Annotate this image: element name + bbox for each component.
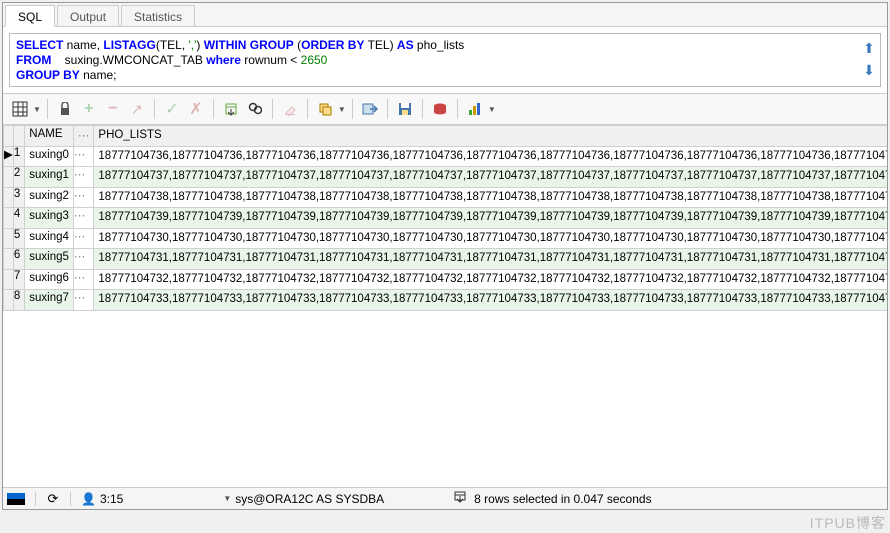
table-row[interactable]: 6suxing5⋯18777104731,18777104731,1877710… [4, 249, 888, 270]
results-toolbar: ▼ + − ↗ ✓ ✗ ▼ ▼ [3, 93, 887, 125]
rollback-icon[interactable]: ✗ [185, 98, 207, 120]
cell-pho-lists[interactable]: 18777104731,18777104731,18777104731,1877… [94, 249, 887, 270]
cell-name[interactable]: suxing1 [25, 167, 74, 188]
row-marker[interactable] [4, 167, 14, 188]
row-marker[interactable] [4, 290, 14, 311]
status-bar: ⟳ 👤 3:15 ▼ sys@ORA12C AS SYSDBA 8 rows s… [3, 487, 887, 509]
row-marker[interactable] [4, 228, 14, 249]
scroll-up-icon[interactable]: ⬆ [862, 42, 876, 56]
row-number: 2 [13, 167, 24, 188]
cell-ellipsis[interactable]: ⋯ [73, 269, 94, 290]
scroll-down-icon[interactable]: ⬇ [862, 64, 876, 78]
col-rownum-header[interactable] [13, 126, 24, 147]
dropdown-icon[interactable]: ▼ [223, 494, 231, 503]
cell-name[interactable]: suxing6 [25, 269, 74, 290]
sql-editor[interactable]: SELECT name, LISTAGG(TEL, ',') WITHIN GR… [9, 33, 881, 87]
copy-icon[interactable] [314, 98, 336, 120]
fetch-result-icon [454, 491, 468, 506]
tab-sql[interactable]: SQL [5, 5, 55, 27]
col-ell1-header[interactable]: ⋯ [73, 126, 94, 147]
fn-listagg: LISTAGG [103, 38, 155, 52]
kw-from: FROM [16, 53, 51, 67]
row-number: 7 [13, 269, 24, 290]
find-icon[interactable] [244, 98, 266, 120]
clear-icon[interactable] [279, 98, 301, 120]
refresh-icon[interactable]: ⟳ [42, 488, 64, 510]
undo-delete-icon[interactable]: ↗ [126, 98, 148, 120]
connection-label: sys@ORA12C AS SYSDBA [235, 492, 384, 506]
tab-output[interactable]: Output [57, 5, 119, 26]
row-marker[interactable] [4, 269, 14, 290]
cell-name[interactable]: suxing0 [25, 146, 74, 167]
col-name-header[interactable]: NAME [25, 126, 74, 147]
results-grid-wrap: NAME ⋯ PHO_LISTS ⋯ ▶1suxing0⋯18777104736… [3, 125, 887, 487]
row-number: 6 [13, 249, 24, 270]
cell-ellipsis[interactable]: ⋯ [73, 167, 94, 188]
header-row: NAME ⋯ PHO_LISTS ⋯ [4, 126, 888, 147]
cursor-position: 3:15 [100, 492, 123, 506]
cell-name[interactable]: suxing4 [25, 228, 74, 249]
table-row[interactable]: 5suxing4⋯18777104730,18777104730,1877710… [4, 228, 888, 249]
table-row[interactable]: 7suxing6⋯18777104732,18777104732,1877710… [4, 269, 888, 290]
cell-pho-lists[interactable]: 18777104736,18777104736,18777104736,1877… [94, 146, 887, 167]
tab-statistics[interactable]: Statistics [121, 5, 195, 26]
cell-ellipsis[interactable]: ⋯ [73, 208, 94, 229]
results-grid: NAME ⋯ PHO_LISTS ⋯ ▶1suxing0⋯18777104736… [3, 125, 887, 311]
editor-tabs: SQL Output Statistics [3, 3, 887, 27]
status-indicator-icon [7, 493, 25, 505]
cell-name[interactable]: suxing2 [25, 187, 74, 208]
cell-ellipsis[interactable]: ⋯ [73, 228, 94, 249]
plus-icon[interactable]: + [78, 98, 100, 120]
lock-icon[interactable] [54, 98, 76, 120]
row-number: 8 [13, 290, 24, 311]
table-row[interactable]: 2suxing1⋯18777104737,18777104737,1877710… [4, 167, 888, 188]
kw-select: SELECT [16, 38, 63, 52]
commit-icon[interactable]: ✓ [161, 98, 183, 120]
chart-icon[interactable] [464, 98, 486, 120]
cell-ellipsis[interactable]: ⋯ [73, 249, 94, 270]
row-number: 1 [13, 146, 24, 167]
table-row[interactable]: 8suxing7⋯18777104733,18777104733,1877710… [4, 290, 888, 311]
col-marker-header[interactable] [4, 126, 14, 147]
row-marker[interactable] [4, 249, 14, 270]
cell-pho-lists[interactable]: 18777104732,18777104732,18777104732,1877… [94, 269, 887, 290]
row-number: 5 [13, 228, 24, 249]
cell-pho-lists[interactable]: 18777104739,18777104739,18777104739,1877… [94, 208, 887, 229]
row-marker[interactable]: ▶ [4, 146, 14, 167]
row-number: 4 [13, 208, 24, 229]
kw-groupby: GROUP BY [16, 68, 80, 82]
table-row[interactable]: 3suxing2⋯18777104738,18777104738,1877710… [4, 187, 888, 208]
cell-pho-lists[interactable]: 18777104737,18777104737,18777104737,1877… [94, 167, 887, 188]
col-pho-header[interactable]: PHO_LISTS [94, 126, 887, 147]
save-icon[interactable] [394, 98, 416, 120]
result-summary: 8 rows selected in 0.047 seconds [474, 492, 651, 506]
fetch-icon[interactable] [220, 98, 242, 120]
person-icon: 👤 [81, 492, 96, 506]
minus-icon[interactable]: − [102, 98, 124, 120]
row-marker[interactable] [4, 208, 14, 229]
table-row[interactable]: ▶1suxing0⋯18777104736,18777104736,187771… [4, 146, 888, 167]
watermark: ITPUB博客 [810, 513, 886, 533]
cell-pho-lists[interactable]: 18777104738,18777104738,18777104738,1877… [94, 187, 887, 208]
row-marker[interactable] [4, 187, 14, 208]
export-icon[interactable] [359, 98, 381, 120]
cell-ellipsis[interactable]: ⋯ [73, 146, 94, 167]
cell-ellipsis[interactable]: ⋯ [73, 290, 94, 311]
cell-ellipsis[interactable]: ⋯ [73, 187, 94, 208]
cell-name[interactable]: suxing5 [25, 249, 74, 270]
print-icon[interactable] [429, 98, 451, 120]
table-row[interactable]: 4suxing3⋯18777104739,18777104739,1877710… [4, 208, 888, 229]
cell-name[interactable]: suxing7 [25, 290, 74, 311]
cell-pho-lists[interactable]: 18777104733,18777104733,18777104733,1877… [94, 290, 887, 311]
row-number: 3 [13, 187, 24, 208]
cell-pho-lists[interactable]: 18777104730,18777104730,18777104730,1877… [94, 228, 887, 249]
cell-name[interactable]: suxing3 [25, 208, 74, 229]
